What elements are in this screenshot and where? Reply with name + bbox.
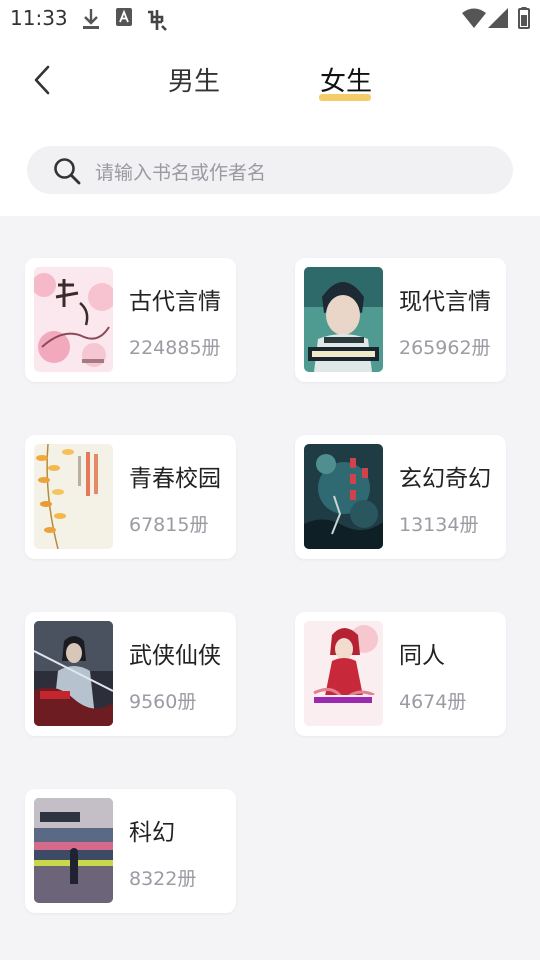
category-name: 青春校园 — [129, 466, 221, 492]
category-name: 科幻 — [129, 820, 175, 846]
search-icon — [53, 157, 81, 189]
font-icon — [116, 8, 132, 30]
status-bar: 11:33 — [0, 0, 540, 38]
category-count: 67815册 — [129, 514, 209, 536]
back-button[interactable] — [30, 64, 54, 96]
category-count: 265962册 — [399, 337, 491, 359]
book-cover — [34, 267, 113, 372]
chevron-left-icon — [34, 65, 50, 95]
category-count: 13134册 — [399, 514, 479, 536]
tab-female[interactable]: 女生 — [320, 64, 372, 100]
book-cover — [34, 621, 113, 726]
category-count: 224885册 — [129, 337, 221, 359]
category-card-youth-campus[interactable]: 青春校园 67815册 — [25, 435, 236, 559]
book-cover — [304, 267, 383, 372]
category-card-modern-romance[interactable]: 现代言情 265962册 — [295, 258, 506, 382]
category-count: 9560册 — [129, 691, 197, 713]
category-card-fantasy[interactable]: 玄幻奇幻 13134册 — [295, 435, 506, 559]
book-cover — [304, 444, 383, 549]
tab-male[interactable]: 男生 — [168, 64, 220, 100]
category-card-fanfiction[interactable]: 同人 4674册 — [295, 612, 506, 736]
category-name: 玄幻奇幻 — [399, 466, 491, 492]
cell-signal-icon — [488, 8, 508, 32]
search-placeholder: 请输入书名或作者名 — [95, 162, 267, 184]
status-time: 11:33 — [10, 6, 68, 30]
download-icon — [82, 8, 100, 34]
category-card-ancient-romance[interactable]: 古代言情 224885册 — [25, 258, 236, 382]
book-cover — [304, 621, 383, 726]
category-name: 武侠仙侠 — [129, 643, 221, 669]
battery-icon — [518, 7, 530, 33]
category-name: 现代言情 — [399, 289, 491, 315]
category-card-sci-fi[interactable]: 科幻 8322册 — [25, 789, 236, 913]
category-card-martial-xianxia[interactable]: 武侠仙侠 9560册 — [25, 612, 236, 736]
book-cover — [34, 798, 113, 903]
category-count: 4674册 — [399, 691, 467, 713]
top-panel: 11:33 男生 女生 请输入书名或作者名 — [0, 0, 540, 216]
wifi-icon — [462, 8, 486, 32]
category-name: 古代言情 — [129, 289, 221, 315]
bug-icon — [145, 8, 169, 36]
book-cover — [34, 444, 113, 549]
category-name: 同人 — [399, 643, 445, 669]
category-count: 8322册 — [129, 868, 197, 890]
search-input[interactable]: 请输入书名或作者名 — [27, 146, 513, 194]
